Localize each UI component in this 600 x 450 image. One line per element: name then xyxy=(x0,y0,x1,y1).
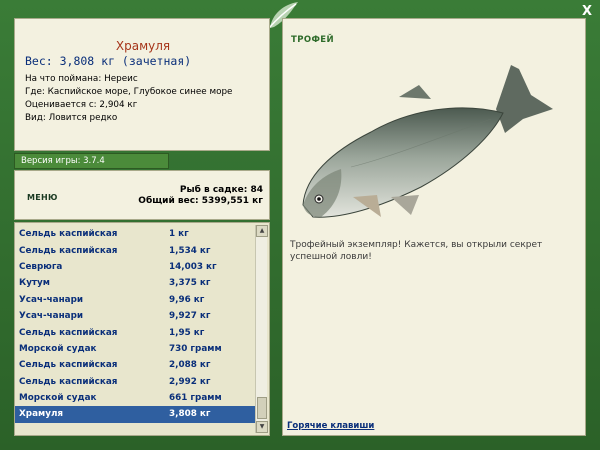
fish-weight-cell: 14,003 кг xyxy=(169,261,217,272)
fish-details: На что поймана: Нереис Где: Каспийское м… xyxy=(25,73,232,125)
fish-weight-cell: 9,927 кг xyxy=(169,311,211,322)
trophy-panel: ТРОФЕЙ Трофейный экземпляр! Кажется, вы … xyxy=(282,18,586,436)
hotkeys-link[interactable]: Горячие клавиши xyxy=(287,421,374,431)
fish-name: Морской судак xyxy=(19,393,97,404)
fish-name: Севрюга xyxy=(19,261,63,272)
list-item[interactable]: Сельдь каспийская 1,95 кг xyxy=(15,324,256,340)
catch-list: Сельдь каспийская 1 кг Сельдь каспийская 1,… xyxy=(15,226,256,423)
menu-button[interactable]: МЕНЮ xyxy=(27,193,58,202)
fish-weight-cell: 1,534 кг xyxy=(169,245,211,256)
fish-weight-cell: 730 грамм xyxy=(169,343,222,354)
trophy-label: ТРОФЕЙ xyxy=(291,35,335,45)
fish-weight-cell: 2,088 кг xyxy=(169,360,211,371)
fish-name: Усач-чанари xyxy=(19,294,84,305)
catch-stats: Рыб в садке: 84 Общий вес: 5399,551 кг xyxy=(138,185,263,207)
menu-stats-panel: МЕНЮ Рыб в садке: 84 Общий вес: 5399,551… xyxy=(14,170,270,220)
list-item[interactable]: Морской судак 661 грамм xyxy=(15,390,256,406)
fish-image xyxy=(302,65,553,218)
fish-weight-cell: 1 кг xyxy=(169,229,189,240)
fish-title: Храмуля xyxy=(115,39,171,53)
catch-list-panel: Сельдь каспийская 1 кг Сельдь каспийская 1,… xyxy=(14,222,270,436)
list-item[interactable]: Сельдь каспийская 2,088 кг xyxy=(15,357,256,373)
arrow-up-icon[interactable]: ▲ xyxy=(256,225,268,237)
detail-location: Где: Каспийское море, Глубокое синее мор… xyxy=(25,87,233,97)
fish-weight-cell: 2,992 кг xyxy=(169,376,211,387)
fish-weight-cell: 3,375 кг xyxy=(169,278,211,289)
fish-name: Сельдь каспийская xyxy=(19,327,118,338)
fish-name: Храмуля xyxy=(19,409,64,420)
fish-weight-cell: 9,96 кг xyxy=(169,294,205,305)
fish-name: Усач-чанари xyxy=(19,311,84,322)
list-item[interactable]: Усач-чанари 9,96 кг xyxy=(15,292,256,308)
list-item[interactable]: Севрюга 14,003 кг xyxy=(15,259,256,275)
fish-name: Сельдь каспийская xyxy=(19,376,118,387)
list-item[interactable]: Храмуля 3,808 кг xyxy=(15,406,256,423)
detail-bait: На что поймана: Нереис xyxy=(25,74,138,84)
fish-info-panel: Храмуля Вес: 3,808 кг (зачетная) На что … xyxy=(14,18,270,151)
fish-name: Сельдь каспийская xyxy=(19,360,118,371)
arrow-down-icon[interactable]: ▼ xyxy=(256,421,268,433)
fish-weight-cell: 3,808 кг xyxy=(169,409,211,420)
fish-name: Сельдь каспийская xyxy=(19,229,118,240)
list-item[interactable]: Сельдь каспийская 2,992 кг xyxy=(15,374,256,390)
close-button[interactable]: X xyxy=(582,4,592,19)
fish-name: Кутум xyxy=(19,278,50,289)
detail-rarity: Вид: Ловится редко xyxy=(25,113,118,123)
fish-name: Сельдь каспийская xyxy=(19,245,118,256)
close-icon: X xyxy=(581,4,592,19)
total-weight: Общий вес: 5399,551 кг xyxy=(138,196,263,206)
list-item[interactable]: Морской судак 730 грамм xyxy=(15,341,256,357)
fish-weight: Вес: 3,808 кг (зачетная) xyxy=(25,54,192,68)
fish-name: Морской судак xyxy=(19,343,97,354)
list-scrollbar[interactable]: ▲ ▼ xyxy=(255,225,268,433)
fish-weight-cell: 1,95 кг xyxy=(169,327,205,338)
list-item[interactable]: Сельдь каспийская 1,534 кг xyxy=(15,242,256,258)
scroll-thumb[interactable] xyxy=(257,397,267,419)
trophy-message: Трофейный экземпляр! Кажется, вы открыли… xyxy=(290,240,543,262)
list-item[interactable]: Кутум 3,375 кг xyxy=(15,275,256,291)
version-label: Версия игры: 3.7.4 xyxy=(14,153,169,169)
fish-weight-cell: 661 грамм xyxy=(169,393,222,404)
list-item[interactable]: Сельдь каспийская 1 кг xyxy=(15,226,256,242)
detail-min-weight: Оценивается с: 2,904 кг xyxy=(25,100,138,110)
fish-count: Рыб в садке: 84 xyxy=(179,185,263,195)
list-item[interactable]: Усач-чанари 9,927 кг xyxy=(15,308,256,324)
